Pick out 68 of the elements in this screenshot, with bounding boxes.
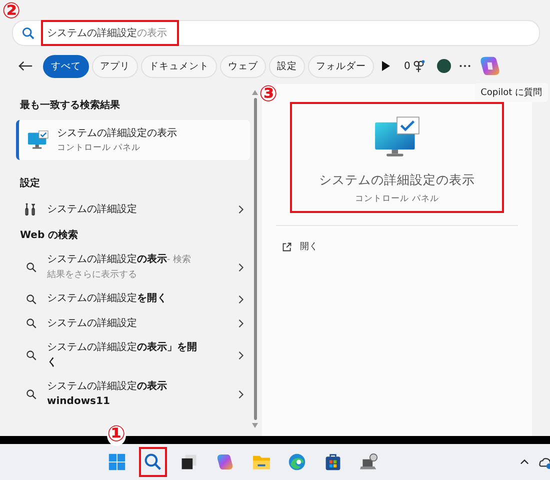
search-icon <box>26 318 37 330</box>
search-icon <box>22 26 35 40</box>
chevron-icon <box>238 263 244 272</box>
account-avatar[interactable] <box>437 59 452 73</box>
chevron-icon <box>238 294 244 304</box>
open-action[interactable]: 開く <box>276 236 324 257</box>
search-icon <box>144 453 162 471</box>
result-title: システムの詳細設定 <box>47 202 138 216</box>
tooltip: Copilot に質問 <box>474 83 548 102</box>
web-result[interactable]: システムの詳細設定を開く <box>16 287 250 312</box>
section-heading: Web の検索 <box>19 228 80 243</box>
search-icon <box>26 350 37 361</box>
web-result[interactable]: システムの詳細設定の表示- 検索結果をさらに表示する <box>16 248 250 287</box>
web-result[interactable]: システムの詳細設定 <box>16 312 250 336</box>
preview-subtitle: コントロール パネル <box>355 193 439 205</box>
section-heading: 設定 <box>18 176 41 191</box>
result-title: システムの詳細設定を開く <box>47 292 168 306</box>
search-field[interactable]: システムの詳細設定の表示 <box>12 20 540 46</box>
step-marker: ① <box>107 424 126 446</box>
back-arrow-icon[interactable] <box>18 60 33 72</box>
more-icon[interactable] <box>459 64 472 68</box>
tools-icon <box>24 202 37 216</box>
folder-icon <box>252 454 270 470</box>
settings-result[interactable]: システムの詳細設定 <box>16 196 250 222</box>
search-icon <box>26 262 37 273</box>
task-view-icon <box>180 453 198 471</box>
laptop-icon <box>360 453 378 471</box>
section-heading: 最も一致する検索結果 <box>19 98 121 113</box>
monitor-icon <box>374 116 420 158</box>
result-title: システムの詳細設定の表示」を開く <box>47 341 197 370</box>
cloud-icon[interactable] <box>539 456 550 468</box>
web-result[interactable]: システムの詳細設定の表示 windows11 <box>16 375 250 414</box>
store-icon <box>324 453 342 471</box>
filter-tab[interactable]: ウェブ <box>220 54 266 78</box>
search-icon <box>26 294 37 305</box>
step-marker: ② <box>2 1 21 23</box>
search-icon <box>26 389 37 400</box>
filter-tab[interactable]: すべて <box>43 54 89 78</box>
preview-title: システムの詳細設定の表示 <box>319 172 475 189</box>
filter-tab[interactable]: アプリ <box>92 54 138 78</box>
web-result[interactable]: システムの詳細設定の表示」を開く <box>16 336 250 375</box>
chevron-icon <box>238 204 244 214</box>
monitor-icon <box>27 130 49 150</box>
chevron-icon <box>238 390 244 399</box>
step-marker: ③ <box>259 84 278 106</box>
chevron-icon <box>238 351 244 360</box>
result-title: システムの詳細設定 <box>47 316 138 330</box>
play-icon[interactable] <box>382 61 390 71</box>
rewards-icon[interactable] <box>412 60 426 72</box>
search-query: システムの詳細設定の表示 <box>41 20 179 46</box>
copilot-icon <box>216 453 234 471</box>
filter-tab[interactable]: フォルダー <box>308 54 374 78</box>
windows-icon <box>108 453 126 471</box>
result-title: システムの詳細設定の表示- 検索結果をさらに表示する <box>47 253 192 282</box>
result-title: システムの詳細設定の表示 windows11 <box>47 380 168 408</box>
chevron-up-icon[interactable] <box>520 459 529 465</box>
points-count: 0 <box>404 60 410 72</box>
best-match-item[interactable]: システムの詳細設定の表示 コントロール パネル <box>16 120 250 160</box>
chevron-icon <box>238 319 244 328</box>
filter-tab[interactable]: ドキュメント <box>141 54 217 78</box>
scroll-up-icon[interactable] <box>252 90 258 95</box>
browser-icon <box>288 453 306 471</box>
scroll-down-icon[interactable] <box>252 423 258 428</box>
result-subtitle: コントロール パネル <box>57 142 142 154</box>
open-external-icon <box>282 242 292 252</box>
result-title: システムの詳細設定の表示 <box>57 126 177 140</box>
filter-tab[interactable]: 設定 <box>269 54 305 78</box>
copilot-icon[interactable] <box>479 55 502 77</box>
